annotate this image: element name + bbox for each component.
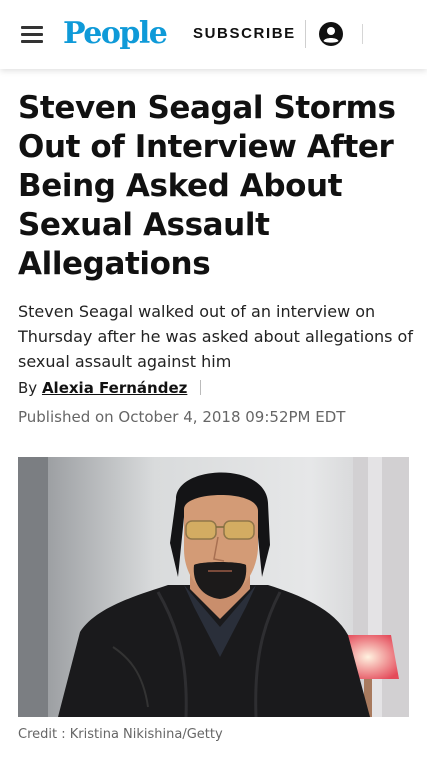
author-link[interactable]: Alexia Fernández [42, 379, 187, 397]
header-divider [305, 20, 306, 48]
people-logo[interactable]: People [63, 14, 168, 54]
site-header: People SUBSCRIBE [0, 0, 427, 69]
subscribe-button[interactable]: SUBSCRIBE [193, 24, 296, 44]
photo-credit: Credit : Kristina Nikishina/Getty [18, 727, 223, 742]
account-circle-icon[interactable] [319, 22, 343, 46]
hamburger-menu-icon[interactable] [21, 26, 43, 43]
article-photo [18, 457, 409, 717]
article-dek: Steven Seagal walked out of an interview… [18, 302, 413, 371]
byline: By Alexia Fernández [18, 378, 202, 398]
header-divider [362, 24, 363, 44]
publish-date: Published on October 4, 2018 09:52PM EDT [18, 408, 346, 426]
byline-divider [200, 380, 202, 395]
byline-prefix: By [18, 379, 38, 397]
article-headline: Steven Seagal Storms Out of Interview Af… [18, 90, 396, 282]
